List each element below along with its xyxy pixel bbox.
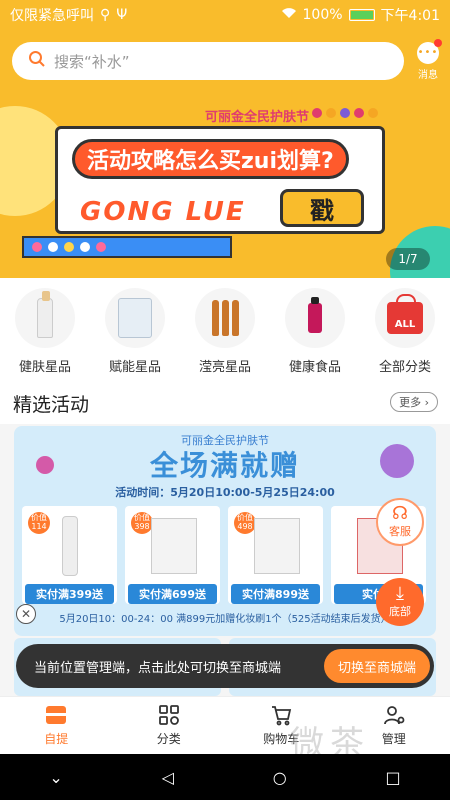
chevron-right-icon: › [421, 395, 429, 409]
back-icon[interactable]: ◁ [162, 768, 174, 787]
battery-text: 100% [302, 7, 343, 23]
value-tag: 价值 398 [131, 512, 153, 534]
close-toast-button[interactable]: ✕ [16, 604, 36, 624]
cart-icon [269, 704, 293, 726]
promo-footer: 5月20日10：00-24：00 满899元加赠化妆刷1个（525活动结束后发货… [59, 614, 391, 625]
banner-stamp: 戳 [280, 189, 364, 227]
headset-icon: ☊ [392, 503, 408, 524]
usb-icon: ⚲ [100, 7, 111, 23]
tab-label: 分类 [156, 732, 181, 746]
promo-product[interactable]: 价值 498 实付满899送 [228, 506, 323, 604]
tab-label: 购物车 [263, 732, 300, 746]
all-bag-icon: ALL [375, 288, 435, 348]
system-nav-bar: ⌄ ◁ ○ □ [0, 754, 450, 800]
category-item-bright[interactable]: 滢亮星品 [185, 288, 265, 378]
serum-bottle-icon [15, 288, 75, 348]
home-icon[interactable]: ○ [273, 768, 287, 787]
banner-brand: 可丽金全民护肤节 [205, 110, 310, 125]
promo-product-button: 实付满399送 [25, 584, 114, 604]
featured-section-header: 精选活动 更多 › [0, 378, 450, 424]
tab-label: 自提 [44, 732, 69, 746]
drink-bottle-icon [285, 288, 345, 348]
banner-subline: GONG LUE [80, 197, 246, 227]
promo-card[interactable]: 可丽金全民护肤节 全场满就赠 活动时间：5月20日10:00-5月25日24:0… [14, 426, 436, 636]
scroll-bottom-button[interactable]: ⤓ 底部 [376, 578, 424, 626]
recents-icon[interactable]: □ [385, 768, 400, 787]
switch-to-store-button[interactable]: 切换至商城端 [323, 649, 430, 683]
more-button[interactable]: 更多 › [390, 392, 438, 412]
message-label: 消息 [418, 70, 438, 81]
promo-product[interactable]: 价值 114 实付满399送 [22, 506, 117, 604]
search-placeholder: 搜索“补水” [54, 52, 130, 71]
banner-stripe [22, 236, 232, 258]
ampoule-icon [195, 288, 255, 348]
promo-products: 价值 114 实付满399送 价值 398 实付满699送 价值 498 实付满899… [22, 506, 428, 604]
tab-category[interactable]: 分类 [113, 697, 226, 754]
tab-manage[interactable]: 管理 [338, 697, 450, 754]
carrier-text: 仅限紧急呼叫 [10, 8, 94, 24]
tab-bar: 自提 分类 购物车 管理 [0, 696, 450, 754]
manage-icon [382, 704, 406, 726]
toast-text: 当前位置管理端，点击此处可切换至商城端 [34, 660, 282, 676]
category-label: 健肤星品 [18, 360, 71, 375]
section-title: 精选活动 [13, 394, 90, 416]
category-label: 赋能星品 [108, 360, 161, 375]
unread-dot [434, 39, 442, 47]
promo-product-button: 实付满899送 [231, 584, 320, 604]
banner-headline: 活动攻略怎么买zui划算? [72, 139, 349, 179]
category-label: 滢亮星品 [198, 360, 251, 375]
message-icon: ••• [417, 39, 442, 64]
pickup-icon [44, 704, 68, 726]
banner-carousel[interactable]: 可丽金全民护肤节 活动攻略怎么买zui划算? GONG LUE 戳 1/7 [0, 96, 450, 278]
category-item-all[interactable]: ALL 全部分类 [365, 288, 445, 378]
value-tag: 价值 114 [28, 512, 50, 534]
promo-product[interactable]: 价值 398 实付满699送 [125, 506, 220, 604]
close-icon: ✕ [20, 607, 32, 621]
message-button[interactable]: ••• 消息 [414, 39, 442, 81]
arrow-down-icon: ⤓ [396, 583, 404, 604]
value-tag: 价值 498 [234, 512, 256, 534]
usb-debug-icon: Ψ [116, 7, 128, 23]
search-input[interactable]: 搜索“补水” [12, 42, 404, 80]
mode-switch-toast[interactable]: 当前位置管理端，点击此处可切换至商城端 切换至商城端 [16, 644, 434, 688]
collapse-icon[interactable]: ⌄ [49, 768, 62, 787]
category-item-skin[interactable]: 健肤星品 [5, 288, 85, 378]
tab-label: 管理 [381, 732, 406, 746]
promo-time: 活动时间：5月20日10:00-5月25日24:00 [115, 486, 335, 499]
category-item-food[interactable]: 健康食品 [275, 288, 355, 378]
category-item-empower[interactable]: 赋能星品 [95, 288, 175, 378]
wifi-icon [281, 7, 297, 23]
tab-pickup[interactable]: 自提 [0, 697, 113, 754]
banner-page-counter: 1/7 [386, 248, 430, 270]
search-icon [28, 50, 46, 72]
category-row: 健肤星品 赋能星品 滢亮星品 健康食品 ALL 全部分类 [0, 278, 450, 378]
promo-title: 全场满就赠 [149, 449, 300, 482]
header: 搜索“补水” ••• 消息 [0, 30, 450, 96]
status-bar: 仅限紧急呼叫 ⚲ Ψ 100% 下午4:01 [0, 0, 450, 30]
tab-cart[interactable]: 购物车 [225, 697, 338, 754]
category-icon [157, 704, 181, 726]
promo-product-button: 实付满699送 [128, 584, 217, 604]
time-text: 下午4:01 [380, 8, 440, 24]
box-set-icon [105, 288, 165, 348]
customer-service-button[interactable]: ☊ 客服 [376, 498, 424, 546]
banner-card: 活动攻略怎么买zui划算? GONG LUE 戳 [55, 126, 385, 234]
battery-icon [348, 9, 375, 21]
category-label: 全部分类 [378, 360, 431, 375]
banner-decor-dots [312, 108, 378, 118]
category-label: 健康食品 [288, 360, 341, 375]
